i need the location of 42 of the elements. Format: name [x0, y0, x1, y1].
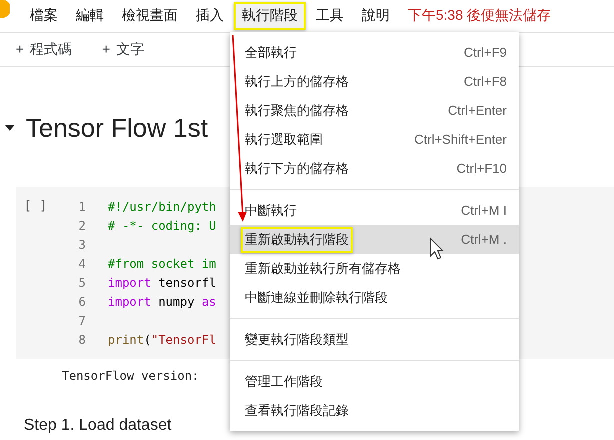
menu-item[interactable]: 插入	[188, 2, 232, 30]
mouse-cursor-icon	[430, 238, 444, 260]
code-line: #from socket im	[108, 256, 216, 270]
menu-item[interactable]: 編輯	[68, 2, 112, 30]
menu-option[interactable]: 變更執行階段類型	[230, 325, 519, 354]
section-heading: Step 1. Load dataset	[24, 417, 172, 435]
code-line: import numpy as	[108, 294, 216, 308]
notebook-heading: Tensor Flow 1st	[26, 112, 208, 144]
menu-option[interactable]: 重新啟動並執行所有儲存格	[230, 254, 519, 283]
menu-item[interactable]: 檢視畫面	[114, 2, 186, 30]
line-number: 1	[78, 200, 86, 214]
menu-option[interactable]: 執行選取範圍 Ctrl+Shift+Enter	[230, 125, 519, 154]
code-line: #!/usr/bin/pyth	[108, 200, 216, 214]
code-line: print("TensorFl	[108, 332, 216, 346]
menu-item[interactable]: 執行階段	[234, 2, 306, 30]
line-number: 4	[78, 256, 86, 270]
menu-item[interactable]: 檔案	[22, 2, 66, 30]
line-number: 7	[78, 314, 86, 328]
cell-output: TensorFlow version:	[62, 369, 200, 383]
menu-option[interactable]: 執行下方的儲存格 Ctrl+F10	[230, 154, 519, 183]
line-number: 6	[78, 294, 86, 308]
line-number: 3	[78, 238, 86, 252]
menu-option[interactable]: 執行聚焦的儲存格 Ctrl+Enter	[230, 96, 519, 125]
add-button[interactable]: + 程式碼	[12, 38, 76, 60]
menu-item[interactable]: 工具	[308, 2, 352, 30]
menu-option[interactable]: 中斷執行 Ctrl+M I	[230, 196, 519, 225]
menu-option[interactable]: 查看執行階段記錄	[230, 396, 519, 425]
line-number: 5	[78, 276, 86, 290]
run-indicator[interactable]: [ ]	[24, 199, 54, 349]
save-warning: 下午5:38 後便無法儲存	[408, 7, 552, 25]
menu-option[interactable]: 執行上方的儲存格 Ctrl+F8	[230, 67, 519, 96]
menu-option[interactable]: 重新啟動執行階段 Ctrl+M .	[230, 225, 519, 254]
add-button[interactable]: + 文字	[98, 38, 148, 60]
menu-item[interactable]: 說明	[354, 2, 398, 30]
menu-option[interactable]: 全部執行 Ctrl+F9	[230, 38, 519, 67]
menu-option[interactable]: 管理工作階段	[230, 367, 519, 396]
line-number: 2	[78, 218, 86, 232]
collapse-caret-icon[interactable]	[4, 124, 16, 132]
line-number: 8	[78, 332, 86, 346]
menu-option[interactable]: 中斷連線並刪除執行階段	[230, 283, 519, 312]
code-line: import tensorfl	[108, 276, 216, 290]
code-line: # -*- coding: U	[108, 218, 216, 232]
